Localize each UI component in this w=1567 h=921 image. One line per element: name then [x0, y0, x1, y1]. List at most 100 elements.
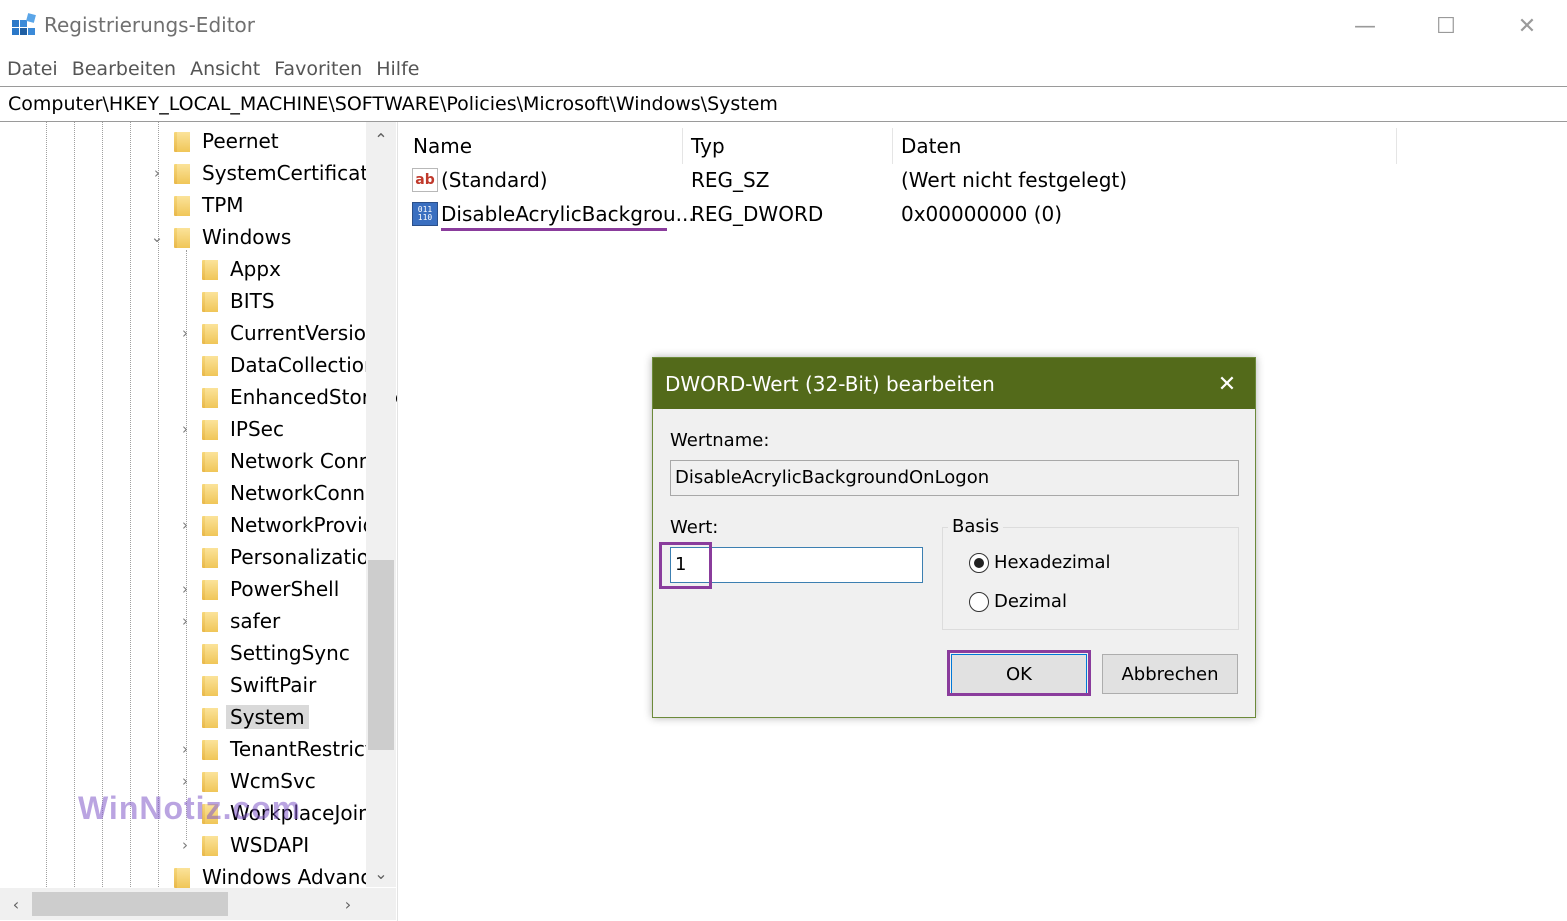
- folder-icon: [200, 546, 218, 568]
- tree-guide-line: [46, 122, 47, 887]
- expand-icon[interactable]: ›: [176, 836, 194, 854]
- tree-item[interactable]: DataCollection: [176, 349, 377, 381]
- folder-icon: [172, 162, 190, 184]
- base-group-label: Basis: [948, 516, 1004, 537]
- tree-item[interactable]: › SystemCertificates: [148, 157, 391, 189]
- menu-favoriten[interactable]: Favoriten: [274, 54, 362, 84]
- tree-item[interactable]: › safer: [176, 605, 280, 637]
- value-data-label: Wert:: [670, 517, 719, 538]
- address-bar[interactable]: Computer\HKEY_LOCAL_MACHINE\SOFTWARE\Pol…: [0, 86, 1567, 122]
- tree-guide-line: [102, 122, 103, 887]
- highlight-underline: [441, 228, 667, 231]
- scroll-up-icon[interactable]: ⌃: [366, 126, 396, 152]
- column-header-type[interactable]: Typ: [683, 128, 893, 164]
- folder-icon: [172, 226, 190, 248]
- expand-icon[interactable]: ›: [176, 516, 194, 534]
- menu-ansicht[interactable]: Ansicht: [190, 54, 260, 84]
- tree-item[interactable]: › PowerShell: [176, 573, 339, 605]
- tree-item[interactable]: › IPSec: [176, 413, 284, 445]
- tree-item-label: TenantRestricti: [230, 737, 379, 761]
- tree-horizontal-scrollbar[interactable]: ‹ ›: [0, 888, 366, 920]
- tree-item[interactable]: › NetworkProvid: [176, 509, 375, 541]
- folder-icon: [200, 450, 218, 472]
- tree-item[interactable]: SettingSync: [176, 637, 350, 669]
- expand-icon[interactable]: ›: [176, 612, 194, 630]
- tree-item[interactable]: NetworkConne: [176, 477, 377, 509]
- tree-guide-line: [74, 122, 75, 887]
- scroll-thumb[interactable]: [368, 560, 394, 750]
- collapse-icon[interactable]: ⌄: [148, 228, 166, 246]
- maximize-button[interactable]: ☐: [1406, 0, 1486, 52]
- tree-item-label: Peernet: [202, 129, 279, 153]
- tree-item-label: DataCollection: [230, 353, 377, 377]
- window-title: Registrierungs-Editor: [44, 13, 255, 37]
- tree-item[interactable]: Network Conn: [176, 445, 371, 477]
- expand-icon[interactable]: ›: [176, 772, 194, 790]
- tree-item-label: NetworkProvid: [230, 513, 376, 537]
- scroll-left-icon[interactable]: ‹: [4, 888, 28, 920]
- folder-icon: [200, 514, 218, 536]
- tree-item[interactable]: System: [176, 701, 309, 733]
- menu-bearbeiten[interactable]: Bearbeiten: [72, 54, 176, 84]
- scroll-down-icon[interactable]: ⌄: [366, 860, 396, 886]
- tree-item[interactable]: › WSDAPI: [176, 829, 309, 861]
- folder-icon: [172, 866, 190, 888]
- folder-icon: [200, 258, 218, 280]
- tree-item[interactable]: › TenantRestricti: [176, 733, 378, 765]
- menu-datei[interactable]: Datei: [7, 54, 58, 84]
- hex-radio[interactable]: [969, 553, 989, 573]
- decimal-radio-label[interactable]: Dezimal: [994, 591, 1067, 612]
- tree-item[interactable]: TPM: [148, 189, 244, 221]
- value-name: (Standard): [441, 168, 548, 192]
- folder-icon: [200, 322, 218, 344]
- tree-item[interactable]: Appx: [176, 253, 281, 285]
- tree-item[interactable]: Peernet: [148, 125, 279, 157]
- value-name: DisableAcrylicBackgrou...: [441, 202, 695, 226]
- tree-item-label: System: [226, 705, 309, 729]
- tree-item[interactable]: BITS: [176, 285, 275, 317]
- hex-radio-label[interactable]: Hexadezimal: [994, 552, 1111, 573]
- value-data: (Wert nicht festgelegt): [901, 168, 1128, 192]
- value-name-label: Wertname:: [670, 430, 770, 451]
- tree-item-label: BITS: [230, 289, 275, 313]
- expand-icon[interactable]: ›: [176, 580, 194, 598]
- column-header-data[interactable]: Daten: [893, 128, 1397, 164]
- address-path[interactable]: Computer\HKEY_LOCAL_MACHINE\SOFTWARE\Pol…: [8, 93, 778, 115]
- cancel-button[interactable]: Abbrechen: [1102, 654, 1238, 694]
- list-row[interactable]: 011 110 DisableAcrylicBackgrou... REG_DWO…: [405, 197, 1567, 231]
- expand-icon[interactable]: ›: [148, 164, 166, 182]
- list-row[interactable]: ab (Standard) REG_SZ (Wert nicht festgel…: [405, 163, 1567, 197]
- tree-item[interactable]: › CurrentVersion: [176, 317, 379, 349]
- dialog-close-icon[interactable]: ✕: [1213, 370, 1241, 398]
- decimal-radio[interactable]: [969, 592, 989, 612]
- tree-item[interactable]: ⌄ Windows: [148, 221, 292, 253]
- tree-item[interactable]: Personalization: [176, 541, 382, 573]
- list-header: Name Typ Daten: [405, 128, 1567, 164]
- expand-icon[interactable]: ›: [176, 420, 194, 438]
- close-button[interactable]: ✕: [1487, 0, 1567, 52]
- tree-item-label: SettingSync: [230, 641, 350, 665]
- scroll-right-icon[interactable]: ›: [336, 888, 360, 920]
- folder-icon: [200, 418, 218, 440]
- column-header-name[interactable]: Name: [405, 128, 683, 164]
- folder-icon: [200, 674, 218, 696]
- tree-item[interactable]: SwiftPair: [176, 669, 316, 701]
- tree-vertical-scrollbar[interactable]: ⌃ ⌄: [366, 122, 396, 887]
- tree-item-label: SwiftPair: [230, 673, 317, 697]
- menu-hilfe[interactable]: Hilfe: [376, 54, 419, 84]
- tree-item-label: Appx: [230, 257, 281, 281]
- expand-icon[interactable]: ›: [176, 324, 194, 342]
- folder-icon: [200, 354, 218, 376]
- scroll-thumb[interactable]: [32, 892, 228, 916]
- highlight-box: [659, 542, 712, 589]
- expand-icon[interactable]: ›: [176, 740, 194, 758]
- folder-icon: [200, 738, 218, 760]
- minimize-button[interactable]: —: [1325, 0, 1405, 52]
- tree-item[interactable]: EnhancedStorage: [176, 381, 397, 413]
- folder-icon: [200, 610, 218, 632]
- folder-icon: [200, 642, 218, 664]
